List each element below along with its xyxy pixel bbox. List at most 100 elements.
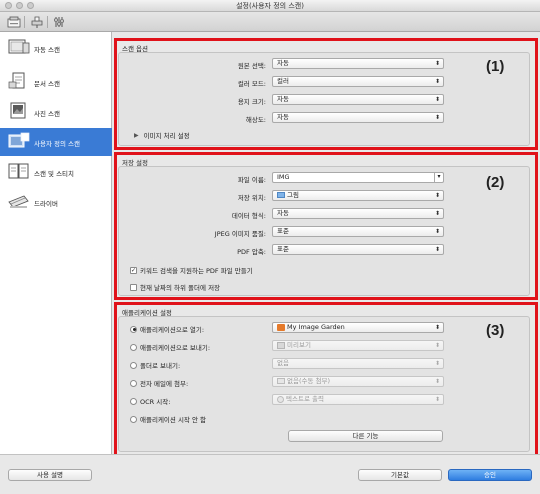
minimize-window-icon[interactable] [16,2,23,9]
sidebar-item-document-scan[interactable]: 문서 스캔 [0,68,112,96]
scan-stitch-icon [8,162,30,180]
send-to-app-label: 애플리케이션으로 보내기: [140,344,211,352]
close-window-icon[interactable] [5,2,12,9]
ok-button[interactable]: 승인 [448,469,532,481]
attach-email-radio[interactable]: 전자 메일에 첨부: [130,378,188,388]
open-with-app-label: 애플리케이션으로 열기: [140,326,205,334]
sidebar-item-photo-scan[interactable]: 사진 스캔 [0,98,112,126]
file-name-label: 파일 이름: [237,176,266,184]
scan-settings-icon[interactable] [6,14,22,30]
save-settings-number: (2) [486,174,505,191]
chevron-updown-icon: ⬍ [434,78,440,85]
sidebar-item-label: 사용자 정의 스캔 [34,140,80,148]
open-with-app-select[interactable]: My Image Garden ⬍ [272,322,444,333]
footer-bar: 사용 설명 기본값 승인 [0,454,540,494]
date-subfolder-checkbox[interactable]: 현재 날짜의 하위 폴더에 저장 [130,282,220,292]
zoom-window-icon[interactable] [27,2,34,9]
app-settings-number: (3) [486,322,505,339]
scan-options-number: (1) [486,58,505,75]
sidebar-item-scan-stitch[interactable]: 스캔 및 스티치 [0,158,112,186]
radio-selected-icon [130,325,137,333]
my-image-garden-icon [277,323,285,331]
chevron-updown-icon: ⬍ [434,378,440,385]
pdf-compression-select[interactable]: 표준 ⬍ [272,244,444,255]
settings-panel: 스캔 옵션 (1) 원본 선택: 자동 ⬍ 컬러 모드: 컬러 ⬍ 용지 크기: 자… [112,32,540,458]
window-controls[interactable] [5,2,34,9]
attach-email-value: 없음(수동 첨부) [287,377,331,385]
resolution-select[interactable]: 자동 ⬍ [272,112,444,123]
scanner-icon[interactable] [29,14,45,30]
window-title: 설정(사용자 정의 스캔) [236,2,304,10]
start-ocr-radio[interactable]: OCR 시작: [130,396,170,406]
chevron-updown-icon: ⬍ [434,96,440,103]
keyword-pdf-checkbox[interactable]: ✓ 키워드 검색을 지원하는 PDF 파일 만들기 [130,265,253,275]
date-subfolder-label: 현재 날짜의 하위 폴더에 저장 [140,284,221,292]
paper-size-label: 용지 크기: [237,98,266,106]
sidebar-item-custom-scan[interactable]: 사용자 정의 스캔 [0,128,112,156]
chevron-down-icon[interactable]: ▾ [434,172,443,183]
send-to-folder-select[interactable]: 없음 ⬍ [272,358,444,369]
custom-scan-icon [8,132,30,150]
radio-icon [130,361,137,369]
open-with-app-radio[interactable]: 애플리케이션으로 열기: [130,324,204,334]
disclosure-triangle-icon: ▶ [134,131,139,139]
send-to-folder-radio[interactable]: 폴더로 보내기: [130,360,180,370]
send-to-folder-label: 폴더로 보내기: [140,362,181,370]
send-to-app-select[interactable]: 미리보기 ⬍ [272,340,444,351]
no-app-label: 애플리케이션 시작 안 함 [140,416,206,424]
source-value: 자동 [277,59,289,67]
attach-email-select[interactable]: 없음(수동 첨부) ⬍ [272,376,444,387]
document-scan-icon [8,72,30,90]
sidebar-item-driver[interactable]: 드라이버 [0,188,112,216]
general-settings-icon[interactable] [51,14,67,30]
preview-app-icon [277,341,285,349]
pdf-compression-label: PDF 압축: [237,248,266,256]
sidebar-item-auto-scan[interactable]: 자동 스캔 [0,34,112,62]
pdf-compression-value: 표준 [277,245,289,253]
save-location-label: 저장 위치: [237,194,266,202]
chevron-updown-icon: ⬍ [434,360,440,367]
resolution-value: 자동 [277,113,289,121]
color-mode-select[interactable]: 컬러 ⬍ [272,76,444,87]
chevron-updown-icon: ⬍ [434,192,440,199]
paper-size-select[interactable]: 자동 ⬍ [272,94,444,105]
start-ocr-select[interactable]: 텍스트로 출력 ⬍ [272,394,444,405]
ocr-text-icon [277,395,284,403]
more-functions-button[interactable]: 다른 기능 [288,430,443,442]
jpeg-quality-select[interactable]: 표준 ⬍ [272,226,444,237]
image-processing-disclosure[interactable]: ▶ 이미지 처리 설정 [134,130,190,141]
radio-icon [130,415,137,423]
checkmark-icon: ✓ [130,266,137,274]
data-format-select[interactable]: 자동 ⬍ [272,208,444,219]
send-to-app-radio[interactable]: 애플리케이션으로 보내기: [130,342,210,352]
app-settings-title: 애플리케이션 설정 [122,309,172,317]
image-processing-label: 이미지 처리 설정 [143,132,190,140]
sidebar-item-label: 스캔 및 스티치 [34,170,75,178]
email-icon [277,378,285,384]
chevron-updown-icon: ⬍ [434,114,440,121]
sidebar-item-label: 사진 스캔 [34,110,60,118]
radio-icon [130,379,137,387]
chevron-updown-icon: ⬍ [434,342,440,349]
auto-scan-icon [8,38,30,56]
chevron-updown-icon: ⬍ [434,228,440,235]
jpeg-quality-value: 표준 [277,227,289,235]
instructions-button[interactable]: 사용 설명 [8,469,92,481]
keyword-pdf-label: 키워드 검색을 지원하는 PDF 파일 만들기 [140,267,253,275]
file-name-combobox[interactable]: IMG ▾ [272,172,444,183]
defaults-button[interactable]: 기본값 [358,469,442,481]
send-to-app-value: 미리보기 [287,341,311,349]
source-select[interactable]: 자동 ⬍ [272,58,444,69]
resolution-label: 해상도: [245,116,266,124]
open-with-app-value: My Image Garden [287,323,345,331]
save-location-select[interactable]: 그림 ⬍ [272,190,444,201]
driver-icon [8,192,30,210]
radio-icon [130,343,137,351]
radio-icon [130,397,137,405]
toolbar [0,12,540,32]
source-label: 원본 선택: [237,62,266,70]
no-app-radio[interactable]: 애플리케이션 시작 안 함 [130,414,206,424]
color-mode-label: 컬러 모드: [237,80,266,88]
chevron-updown-icon: ⬍ [434,210,440,217]
window-titlebar: 설정(사용자 정의 스캔) [0,0,540,12]
